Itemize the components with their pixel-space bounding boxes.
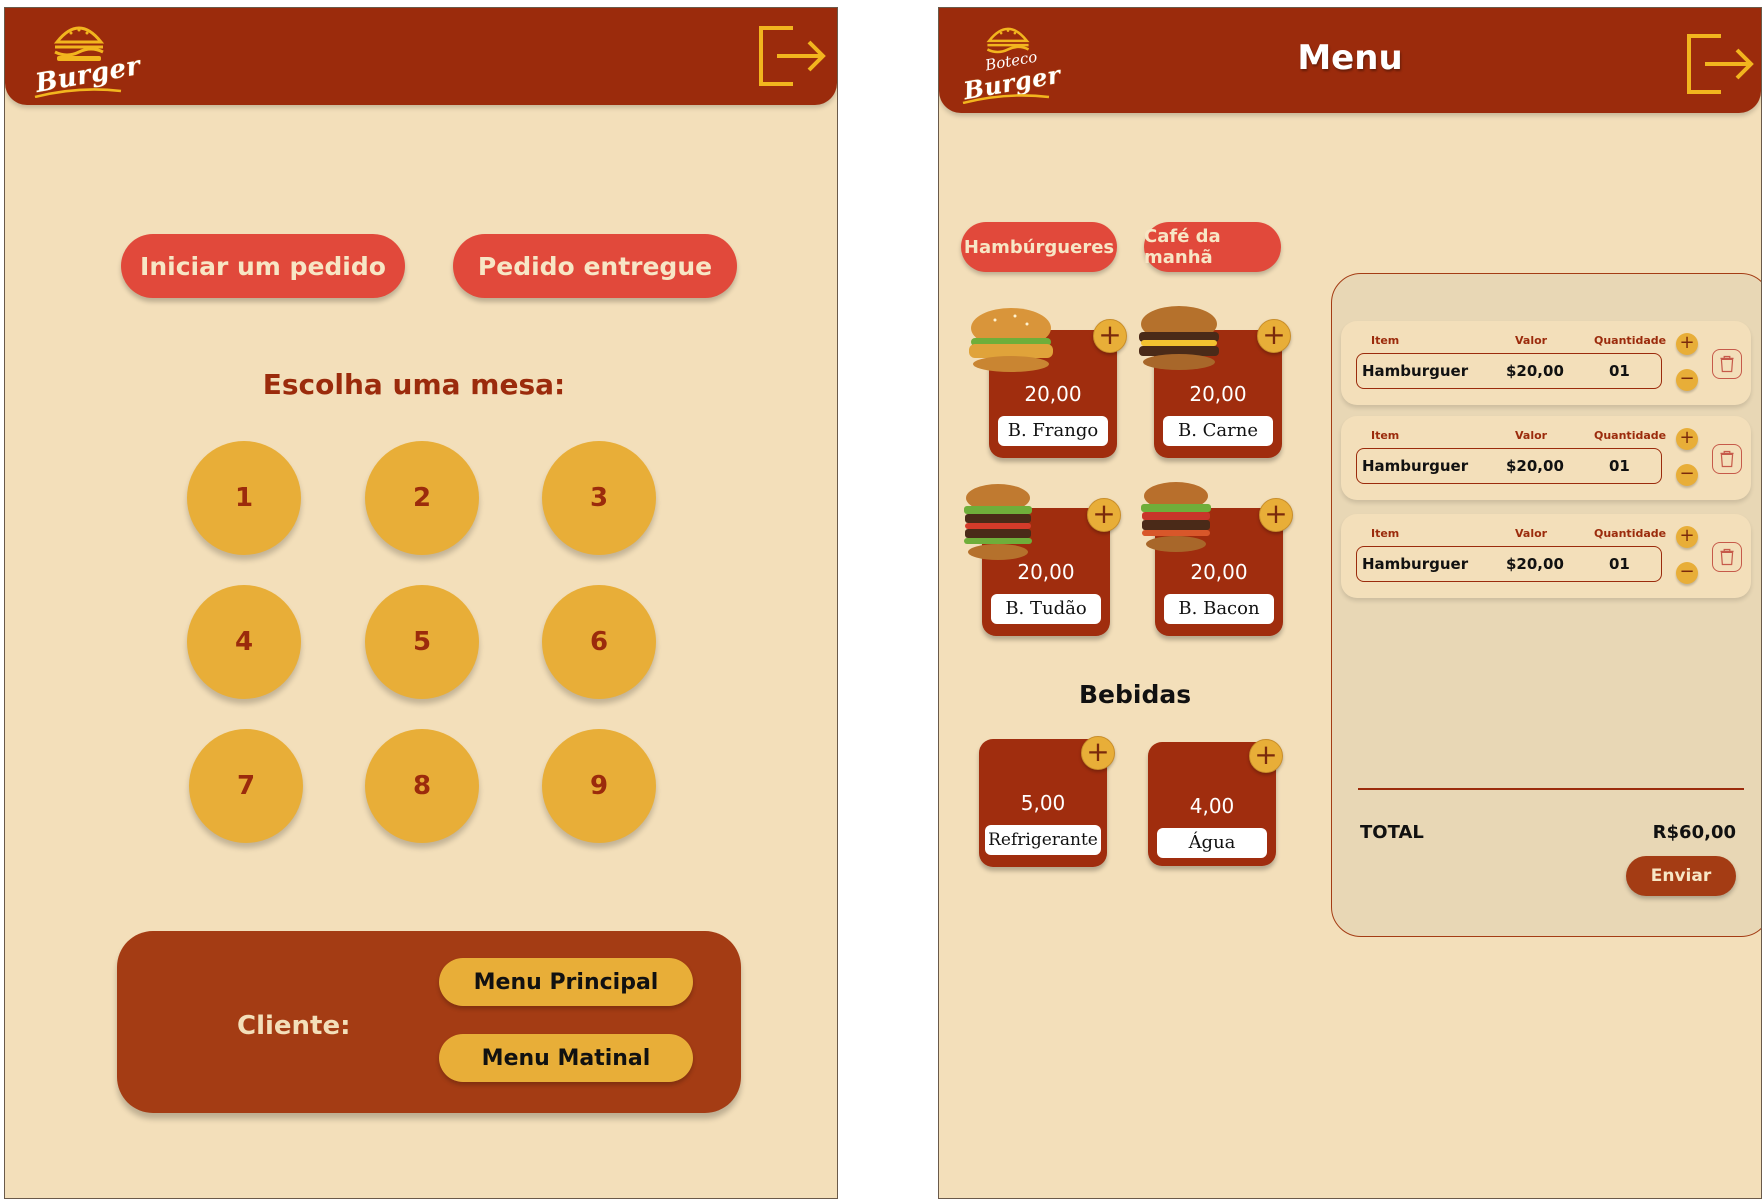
- add-frango-button[interactable]: +: [1093, 319, 1127, 353]
- add-agua-button[interactable]: +: [1249, 739, 1283, 773]
- item-quantity: 01: [1609, 362, 1630, 380]
- order-item: Item Valor Quantidade Hamburguer $20,00 …: [1341, 321, 1751, 405]
- menu-screen: Boteco Burger Menu Hambúrgueres Café da …: [938, 7, 1762, 1199]
- bacon-burger-image: [1141, 482, 1211, 552]
- table-button-8[interactable]: 8: [365, 729, 479, 843]
- order-panel: Item Valor Quantidade Hamburguer $20,00 …: [1331, 273, 1761, 937]
- trash-icon[interactable]: [1712, 349, 1742, 379]
- decrease-quantity-button[interactable]: −: [1676, 464, 1698, 486]
- order-delivered-button[interactable]: Pedido entregue: [453, 234, 737, 298]
- product-name: B. Bacon: [1164, 594, 1274, 624]
- beef-burger-image: [1139, 306, 1219, 370]
- add-tudao-button[interactable]: +: [1087, 498, 1121, 532]
- trash-icon[interactable]: [1712, 444, 1742, 474]
- order-item-row: Hamburguer $20,00 01: [1356, 448, 1662, 484]
- choose-table-title: Escolha uma mesa:: [262, 368, 566, 401]
- order-item-row: Hamburguer $20,00 01: [1356, 353, 1662, 389]
- order-item: Item Valor Quantidade Hamburguer $20,00 …: [1341, 416, 1751, 500]
- decrease-quantity-button[interactable]: −: [1676, 369, 1698, 391]
- add-refrigerante-button[interactable]: +: [1081, 736, 1115, 770]
- burger-logo: Burger: [23, 18, 143, 99]
- logo-swoosh: [962, 94, 1050, 104]
- category-burgers-button[interactable]: Hambúrgueres: [961, 222, 1117, 272]
- logo-swoosh: [34, 88, 122, 98]
- chicken-burger-image: [969, 308, 1053, 372]
- client-label: Cliente:: [237, 1011, 351, 1041]
- table-button-1[interactable]: 1: [187, 441, 301, 555]
- burger-logo-icon: [53, 26, 105, 61]
- product-price: 20,00: [1017, 560, 1075, 584]
- item-value: $20,00: [1506, 555, 1564, 573]
- value-header: Valor: [1515, 527, 1548, 540]
- product-name: B. Tudão: [991, 594, 1101, 624]
- send-order-button[interactable]: Enviar: [1626, 856, 1736, 896]
- add-bacon-button[interactable]: +: [1259, 498, 1293, 532]
- trash-icon[interactable]: [1712, 542, 1742, 572]
- product-price: 20,00: [1024, 382, 1082, 406]
- table-button-3[interactable]: 3: [542, 441, 656, 555]
- drinks-title: Bebidas: [1079, 680, 1192, 709]
- start-order-button[interactable]: Iniciar um pedido: [121, 234, 405, 298]
- value-header: Valor: [1515, 429, 1548, 442]
- order-item: Item Valor Quantidade Hamburguer $20,00 …: [1341, 514, 1751, 598]
- total-value: R$60,00: [1652, 822, 1736, 843]
- product-name: B. Carne: [1163, 416, 1273, 446]
- increase-quantity-button[interactable]: +: [1676, 526, 1698, 548]
- menu-header: Boteco Burger Menu: [939, 8, 1761, 113]
- table-selection-screen: Burger Iniciar um pedido Pedido entregue…: [4, 7, 838, 1199]
- quantity-header: Quantidade: [1594, 527, 1667, 540]
- increase-quantity-button[interactable]: +: [1676, 428, 1698, 450]
- product-name: Refrigerante: [985, 825, 1101, 855]
- table-button-6[interactable]: 6: [542, 585, 656, 699]
- product-price: 5,00: [1020, 791, 1066, 815]
- table-button-9[interactable]: 9: [542, 729, 656, 843]
- stacked-burger-image: [964, 484, 1032, 560]
- increase-quantity-button[interactable]: +: [1676, 333, 1698, 355]
- client-menu-panel: Cliente: Menu Principal Menu Matinal: [117, 931, 741, 1113]
- item-value: $20,00: [1506, 362, 1564, 380]
- item-name: Hamburguer: [1362, 362, 1469, 380]
- item-header: Item: [1371, 429, 1400, 442]
- exit-icon[interactable]: [757, 20, 829, 90]
- item-value: $20,00: [1506, 457, 1564, 475]
- add-carne-button[interactable]: +: [1257, 319, 1291, 353]
- quantity-header: Quantidade: [1594, 429, 1667, 442]
- decrease-quantity-button[interactable]: −: [1676, 562, 1698, 584]
- product-price: 20,00: [1189, 382, 1247, 406]
- page-title: Menu: [1297, 38, 1403, 78]
- item-quantity: 01: [1609, 555, 1630, 573]
- category-breakfast-button[interactable]: Café da manhã: [1144, 222, 1281, 272]
- total-label: TOTAL: [1360, 822, 1424, 843]
- main-menu-button[interactable]: Menu Principal: [439, 958, 693, 1006]
- product-name: Água: [1157, 828, 1267, 858]
- table-button-7[interactable]: 7: [189, 729, 303, 843]
- quantity-header: Quantidade: [1594, 334, 1667, 347]
- product-name: B. Frango: [998, 416, 1108, 446]
- order-item-row: Hamburguer $20,00 01: [1356, 546, 1662, 582]
- item-header: Item: [1371, 334, 1400, 347]
- item-quantity: 01: [1609, 457, 1630, 475]
- product-price: 20,00: [1190, 560, 1248, 584]
- table-button-5[interactable]: 5: [365, 585, 479, 699]
- table-button-4[interactable]: 4: [187, 585, 301, 699]
- item-name: Hamburguer: [1362, 457, 1469, 475]
- app-header: Burger: [5, 8, 837, 105]
- value-header: Valor: [1515, 334, 1548, 347]
- item-header: Item: [1371, 527, 1400, 540]
- item-name: Hamburguer: [1362, 555, 1469, 573]
- product-price: 4,00: [1189, 794, 1235, 818]
- morning-menu-button[interactable]: Menu Matinal: [439, 1034, 693, 1082]
- table-button-2[interactable]: 2: [365, 441, 479, 555]
- total-divider: [1358, 788, 1744, 790]
- exit-icon[interactable]: [1685, 28, 1757, 98]
